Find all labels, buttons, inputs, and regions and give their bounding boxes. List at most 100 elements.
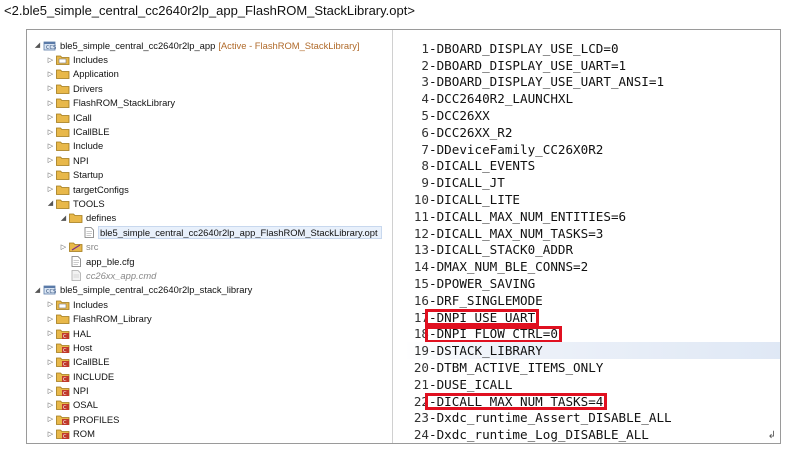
tree-item[interactable]: ▷ FlashROM_Library bbox=[27, 311, 392, 325]
code-line[interactable]: 5 -DCC26XX bbox=[405, 107, 780, 124]
tree-item[interactable]: ▷ targetConfigs bbox=[27, 182, 392, 196]
code-line[interactable]: 2 -DBOARD_DISPLAY_USE_UART=1 bbox=[405, 57, 780, 74]
tree-item[interactable]: ▷ ICall bbox=[27, 110, 392, 124]
folder-icon bbox=[56, 97, 70, 109]
tree-item[interactable]: cc26xx_app.cmd bbox=[27, 268, 392, 282]
folder-icon bbox=[56, 184, 70, 195]
code-line[interactable]: 24 -Dxdc_runtime_Log_DISABLE_ALL bbox=[405, 426, 780, 443]
code-line[interactable]: 4 -DCC2640R2_LAUNCHXL bbox=[405, 90, 780, 107]
code-line[interactable]: 19 -DSTACK_LIBRARY bbox=[405, 342, 780, 360]
collapsed-arrow-icon[interactable]: ▷ bbox=[46, 430, 55, 438]
code-line[interactable]: 20 -DTBM_ACTIVE_ITEMS_ONLY bbox=[405, 359, 780, 376]
line-number: 20 bbox=[413, 360, 429, 376]
expanded-arrow-icon[interactable]: ◢ bbox=[33, 41, 42, 49]
collapsed-arrow-icon[interactable]: ▷ bbox=[46, 142, 55, 150]
code-line[interactable]: 12 -DICALL_MAX_NUM_TASKS=3 bbox=[405, 225, 780, 242]
code-line[interactable]: 16 -DRF_SINGLEMODE bbox=[405, 292, 780, 309]
collapsed-arrow-icon[interactable]: ▷ bbox=[46, 415, 55, 423]
tree-item[interactable]: ▷ Includes bbox=[27, 52, 392, 66]
line-text: -DSTACK_LIBRARY bbox=[429, 343, 543, 359]
code-line[interactable]: 17 -DNPI_USE_UART bbox=[405, 308, 780, 326]
folder-icon bbox=[56, 313, 70, 325]
tree-item[interactable]: ▷ NPI bbox=[27, 153, 392, 167]
tree-item[interactable]: ◢ CCS ble5_simple_central_cc2640r2lp_stack… bbox=[27, 283, 392, 297]
tree-item[interactable]: ▷ Include bbox=[27, 139, 392, 153]
collapsed-arrow-icon[interactable]: ▷ bbox=[46, 185, 55, 193]
tree-item[interactable]: ▷ C PROFILES bbox=[27, 412, 392, 426]
collapsed-arrow-icon[interactable]: ▷ bbox=[46, 329, 55, 337]
code-line[interactable]: 18 -DNPI_FLOW_CTRL=0 bbox=[405, 325, 780, 343]
folder-icon bbox=[56, 198, 70, 209]
line-text: -DICALL_JT bbox=[429, 175, 505, 191]
tree-item[interactable]: ▷ src bbox=[27, 239, 392, 253]
code-line[interactable]: 11 -DICALL_MAX_NUM_ENTITIES=6 bbox=[405, 208, 780, 225]
code-line[interactable]: 8 -DICALL_EVENTS bbox=[405, 158, 780, 175]
code-line[interactable]: 21 -DUSE_ICALL bbox=[405, 376, 780, 393]
svg-text:C: C bbox=[63, 405, 67, 410]
expanded-arrow-icon[interactable]: ◢ bbox=[59, 214, 68, 222]
tree-item[interactable]: ▷ C OSAL bbox=[27, 398, 392, 412]
code-line[interactable]: 6 -DCC26XX_R2 bbox=[405, 124, 780, 141]
tree-item[interactable]: ▷ C INCLUDE bbox=[27, 369, 392, 383]
tree-item[interactable]: ▷ C HAL bbox=[27, 326, 392, 340]
code-line[interactable]: 23 -Dxdc_runtime_Assert_DISABLE_ALL bbox=[405, 410, 780, 427]
tree-item[interactable]: ▷ C Host bbox=[27, 340, 392, 354]
line-number: 18 bbox=[413, 326, 429, 342]
code-line[interactable]: 15 -DPOWER_SAVING bbox=[405, 275, 780, 292]
tree-item[interactable]: ▷ Drivers bbox=[27, 81, 392, 95]
collapsed-arrow-icon[interactable]: ▷ bbox=[46, 300, 55, 308]
tree-item-label: app_ble.cfg bbox=[86, 255, 135, 267]
collapsed-arrow-icon[interactable]: ▷ bbox=[46, 315, 55, 323]
tree-item[interactable]: ▷ FlashROM_StackLibrary bbox=[27, 96, 392, 110]
tree-item[interactable]: ◢ TOOLS bbox=[27, 196, 392, 210]
tree-item-label: ROM bbox=[73, 428, 95, 440]
line-text: -DICALL_LITE bbox=[429, 192, 520, 208]
line-number: 6 bbox=[421, 124, 429, 140]
line-number: 14 bbox=[413, 259, 429, 275]
linked-folder-icon: C bbox=[56, 328, 70, 339]
collapsed-arrow-icon[interactable]: ▷ bbox=[46, 156, 55, 164]
tree-item[interactable]: ◢ defines bbox=[27, 211, 392, 225]
tree-item[interactable]: app_ble.cfg bbox=[27, 254, 392, 268]
collapsed-arrow-icon[interactable]: ▷ bbox=[46, 387, 55, 395]
collapsed-arrow-icon[interactable]: ▷ bbox=[46, 99, 55, 107]
tree-item-label: defines bbox=[86, 212, 117, 224]
code-line[interactable]: 22 -DICALL_MAX_NUM_TASKS=4 bbox=[405, 392, 780, 410]
code-line[interactable]: 3 -DBOARD_DISPLAY_USE_UART_ANSI=1 bbox=[405, 74, 780, 91]
tree-item[interactable]: ▷ Startup bbox=[27, 168, 392, 182]
collapsed-arrow-icon[interactable]: ▷ bbox=[46, 372, 55, 380]
collapsed-arrow-icon[interactable]: ▷ bbox=[46, 128, 55, 136]
code-line[interactable]: 1 -DBOARD_DISPLAY_USE_LCD=0 bbox=[405, 40, 780, 57]
tree-item[interactable]: ble5_simple_central_cc2640r2lp_app_Flash… bbox=[27, 225, 392, 239]
collapsed-arrow-icon[interactable]: ▷ bbox=[46, 84, 55, 92]
collapsed-arrow-icon[interactable]: ▷ bbox=[46, 56, 55, 64]
linked-folder-icon: C bbox=[56, 385, 70, 397]
code-line[interactable]: 14 -DMAX_NUM_BLE_CONNS=2 bbox=[405, 258, 780, 275]
code-line[interactable]: 10 -DICALL_LITE bbox=[405, 191, 780, 208]
collapsed-arrow-icon[interactable]: ▷ bbox=[46, 343, 55, 351]
line-text: -DPOWER_SAVING bbox=[429, 276, 536, 292]
tree-item[interactable]: ▷ Application bbox=[27, 67, 392, 81]
expanded-arrow-icon[interactable]: ◢ bbox=[46, 199, 55, 207]
tree-item-label: ICall bbox=[73, 111, 92, 123]
tree-item-label: ble5_simple_central_cc2640r2lp_stack_lib… bbox=[60, 284, 253, 296]
code-line[interactable]: 13 -DICALL_STACK0_ADDR bbox=[405, 242, 780, 259]
code-line[interactable]: 7 -DDeviceFamily_CC26X0R2 bbox=[405, 141, 780, 158]
collapsed-arrow-icon[interactable]: ▷ bbox=[59, 243, 68, 251]
line-text: -DNPI_FLOW_CTRL=0 bbox=[429, 326, 558, 342]
tree-item-label: src bbox=[86, 241, 99, 253]
collapsed-arrow-icon[interactable]: ▷ bbox=[46, 358, 55, 366]
linked-folder-icon: C bbox=[56, 342, 70, 353]
collapsed-arrow-icon[interactable]: ▷ bbox=[46, 70, 55, 78]
tree-item[interactable]: ◢ CCS ble5_simple_central_cc2640r2lp_app [A… bbox=[27, 38, 392, 52]
collapsed-arrow-icon[interactable]: ▷ bbox=[46, 401, 55, 409]
tree-item[interactable]: ▷ C NPI bbox=[27, 383, 392, 397]
tree-item[interactable]: ▷ C ROM bbox=[27, 427, 392, 441]
tree-item[interactable]: ▷ C ICallBLE bbox=[27, 355, 392, 369]
code-line[interactable]: 9 -DICALL_JT bbox=[405, 174, 780, 191]
tree-item[interactable]: ▷ Includes bbox=[27, 297, 392, 311]
collapsed-arrow-icon[interactable]: ▷ bbox=[46, 171, 55, 179]
collapsed-arrow-icon[interactable]: ▷ bbox=[46, 113, 55, 121]
expanded-arrow-icon[interactable]: ◢ bbox=[33, 286, 42, 294]
tree-item[interactable]: ▷ ICallBLE bbox=[27, 124, 392, 138]
